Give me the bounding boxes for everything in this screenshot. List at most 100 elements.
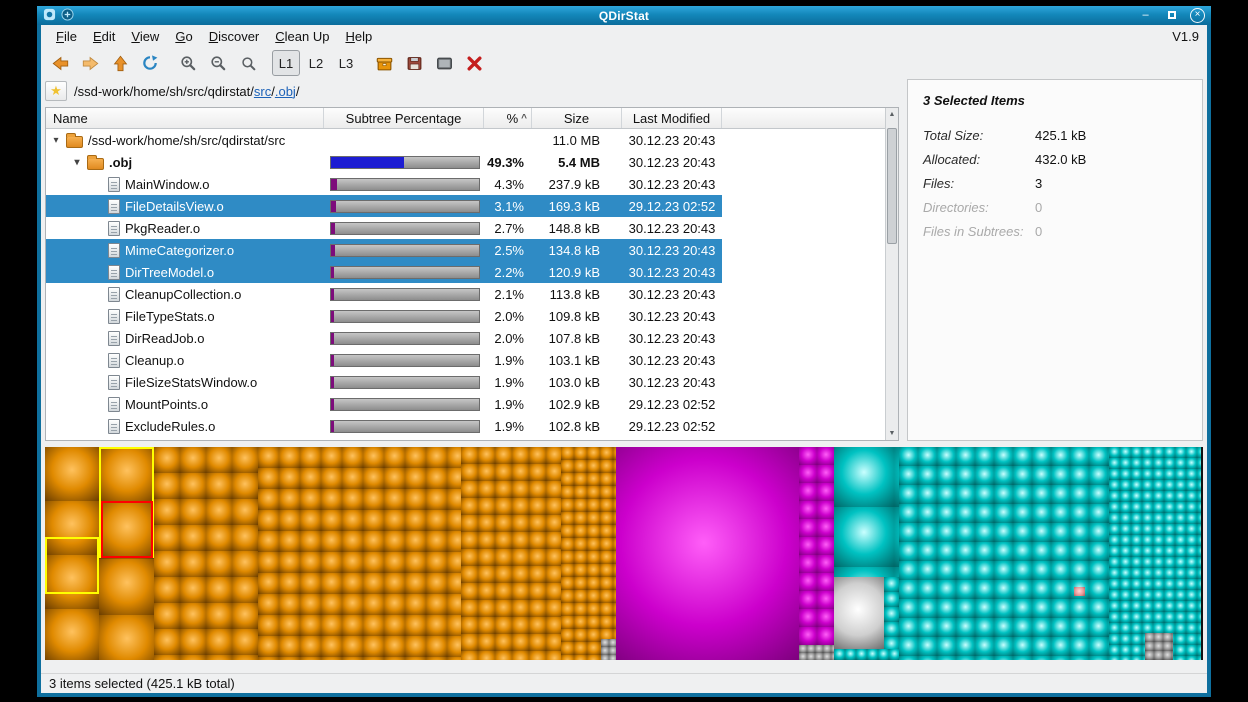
percent-cell: 1.9%: [484, 349, 532, 371]
bookmark-button[interactable]: ★: [45, 81, 67, 101]
tree-row[interactable]: Cleanup.o1.9%103.1 kB30.12.23 20:43: [46, 349, 885, 371]
scroll-up-button[interactable]: ▲: [886, 108, 898, 121]
treemap-tile-group[interactable]: [899, 447, 1109, 660]
forward-button[interactable]: [76, 50, 104, 76]
menu-item-view[interactable]: View: [124, 28, 166, 45]
titlebar-icons: [43, 8, 173, 24]
tree-row[interactable]: DirReadJob.o2.0%107.8 kB30.12.23 20:43: [46, 327, 885, 349]
tree-row[interactable]: MountPoints.o1.9%102.9 kB29.12.23 02:52: [46, 393, 885, 415]
file-icon: [108, 397, 120, 412]
treemap-tile-group[interactable]: [154, 447, 258, 660]
file-icon: [108, 199, 120, 214]
close-button[interactable]: ×: [1190, 8, 1205, 23]
disk-button[interactable]: [400, 50, 428, 76]
tree-row[interactable]: ▾.obj49.3%5.4 MB30.12.23 20:43: [46, 151, 885, 173]
treemap-level-2-button[interactable]: L2: [302, 50, 330, 76]
scrollbar-track[interactable]: [886, 121, 898, 427]
treemap-tile-group[interactable]: [834, 447, 899, 577]
column-header-subtree-percentage[interactable]: Subtree Percentage: [324, 108, 484, 128]
name-cell: MainWindow.o: [46, 173, 324, 195]
tree-row[interactable]: ▾/ssd-work/home/sh/src/qdirstat/src11.0 …: [46, 129, 885, 151]
treemap-level-1-button[interactable]: L1: [272, 50, 300, 76]
scrollbar-thumb[interactable]: [887, 128, 897, 244]
column-header-last-modified[interactable]: Last Modified: [622, 108, 722, 128]
treemap-tile-group[interactable]: [601, 639, 616, 660]
tree-row[interactable]: MainWindow.o4.3%237.9 kB30.12.23 20:43: [46, 173, 885, 195]
detail-label: Directories:: [923, 200, 1035, 215]
detail-label: Files:: [923, 176, 1035, 191]
delete-button[interactable]: [460, 50, 488, 76]
package-button[interactable]: [370, 50, 398, 76]
treemap-tile-group[interactable]: [561, 447, 616, 660]
tree-row[interactable]: FileTypeStats.o2.0%109.8 kB30.12.23 20:4…: [46, 305, 885, 327]
menu-item-discover[interactable]: Discover: [202, 28, 267, 45]
tree-row[interactable]: CleanupCollection.o2.1%113.8 kB30.12.23 …: [46, 283, 885, 305]
menu-item-help[interactable]: Help: [338, 28, 379, 45]
size-cell: 102.8 kB: [532, 415, 622, 437]
maximize-button[interactable]: [1164, 8, 1179, 23]
treemap-tile-group[interactable]: [834, 649, 899, 660]
treemap-level-3-button[interactable]: L3: [332, 50, 360, 76]
image-icon: [436, 55, 453, 72]
treemap-tile-group[interactable]: [834, 577, 884, 649]
expand-caret-icon[interactable]: ▾: [50, 135, 62, 146]
back-button[interactable]: [46, 50, 74, 76]
row-filler: [722, 129, 885, 151]
treemap-tile-group[interactable]: [99, 447, 154, 660]
tree-row[interactable]: MimeCategorizer.o2.5%134.8 kB30.12.23 20…: [46, 239, 885, 261]
percent-cell: 1.9%: [484, 371, 532, 393]
menu-item-clean-up[interactable]: Clean Up: [268, 28, 336, 45]
tree-row[interactable]: FileDetailsView.o3.1%169.3 kB29.12.23 02…: [46, 195, 885, 217]
detail-label: Allocated:: [923, 152, 1035, 167]
tree-row[interactable]: ExcludeRules.o1.9%102.8 kB29.12.23 02:52: [46, 415, 885, 437]
status-text: 3 items selected (425.1 kB total): [49, 676, 235, 691]
folder-icon: [66, 136, 83, 148]
tree-row[interactable]: FileSizeStatsWindow.o1.9%103.0 kB30.12.2…: [46, 371, 885, 393]
image-button[interactable]: [430, 50, 458, 76]
breadcrumb-link-src[interactable]: src: [254, 84, 271, 99]
row-filler: [722, 151, 885, 173]
column-header-percent[interactable]: %^: [484, 108, 532, 128]
breadcrumb-link-obj[interactable]: .obj: [275, 84, 296, 99]
tree-row[interactable]: PkgReader.o2.7%148.8 kB30.12.23 20:43: [46, 217, 885, 239]
treemap-tile-group[interactable]: [884, 577, 899, 649]
up-button[interactable]: [106, 50, 134, 76]
expand-caret-icon[interactable]: ▾: [71, 157, 83, 168]
modified-cell: 30.12.23 20:43: [622, 151, 722, 173]
subtree-percentage-cell: [324, 305, 484, 327]
refresh-button[interactable]: [136, 50, 164, 76]
row-filler: [722, 261, 885, 283]
tree-scrollbar[interactable]: ▲ ▼: [885, 108, 898, 440]
treemap-tile-group[interactable]: [258, 447, 461, 660]
treemap[interactable]: [45, 447, 1203, 660]
treemap-tile-group[interactable]: [1074, 587, 1085, 596]
treemap-tile-group[interactable]: [616, 447, 799, 660]
zoom-in-button[interactable]: [174, 50, 202, 76]
minimize-button[interactable]: –: [1138, 8, 1153, 23]
titlebar[interactable]: QDirStat – ×: [37, 6, 1211, 25]
treemap-tile-group[interactable]: [1145, 633, 1173, 660]
modified-cell: 29.12.23 02:52: [622, 415, 722, 437]
zoom-out-button[interactable]: [204, 50, 232, 76]
treemap-tile-group[interactable]: [1109, 447, 1201, 660]
sort-ascending-icon: ^: [521, 113, 527, 124]
menu-item-edit[interactable]: Edit: [86, 28, 122, 45]
treemap-tile-group[interactable]: [799, 645, 834, 660]
treemap-tile-group[interactable]: [45, 447, 99, 660]
column-header-size[interactable]: Size: [532, 108, 622, 128]
menu-item-go[interactable]: Go: [168, 28, 199, 45]
zoom-reset-button[interactable]: [234, 50, 262, 76]
modified-cell: 29.12.23 02:52: [622, 393, 722, 415]
treemap-tile-group[interactable]: [461, 447, 561, 660]
percent-bar: [330, 156, 480, 169]
menu-items: FileEditViewGoDiscoverClean UpHelp: [49, 28, 379, 45]
percent-cell: 1.9%: [484, 393, 532, 415]
breadcrumb-suffix: /: [296, 84, 300, 99]
tree-row[interactable]: DirTreeModel.o2.2%120.9 kB30.12.23 20:43: [46, 261, 885, 283]
treemap-tile-group[interactable]: [799, 447, 834, 645]
menu-item-file[interactable]: File: [49, 28, 84, 45]
column-header-name[interactable]: Name: [46, 108, 324, 128]
modified-cell: 30.12.23 20:43: [622, 173, 722, 195]
scroll-down-button[interactable]: ▼: [886, 427, 898, 440]
item-name: FileSizeStatsWindow.o: [125, 375, 257, 390]
